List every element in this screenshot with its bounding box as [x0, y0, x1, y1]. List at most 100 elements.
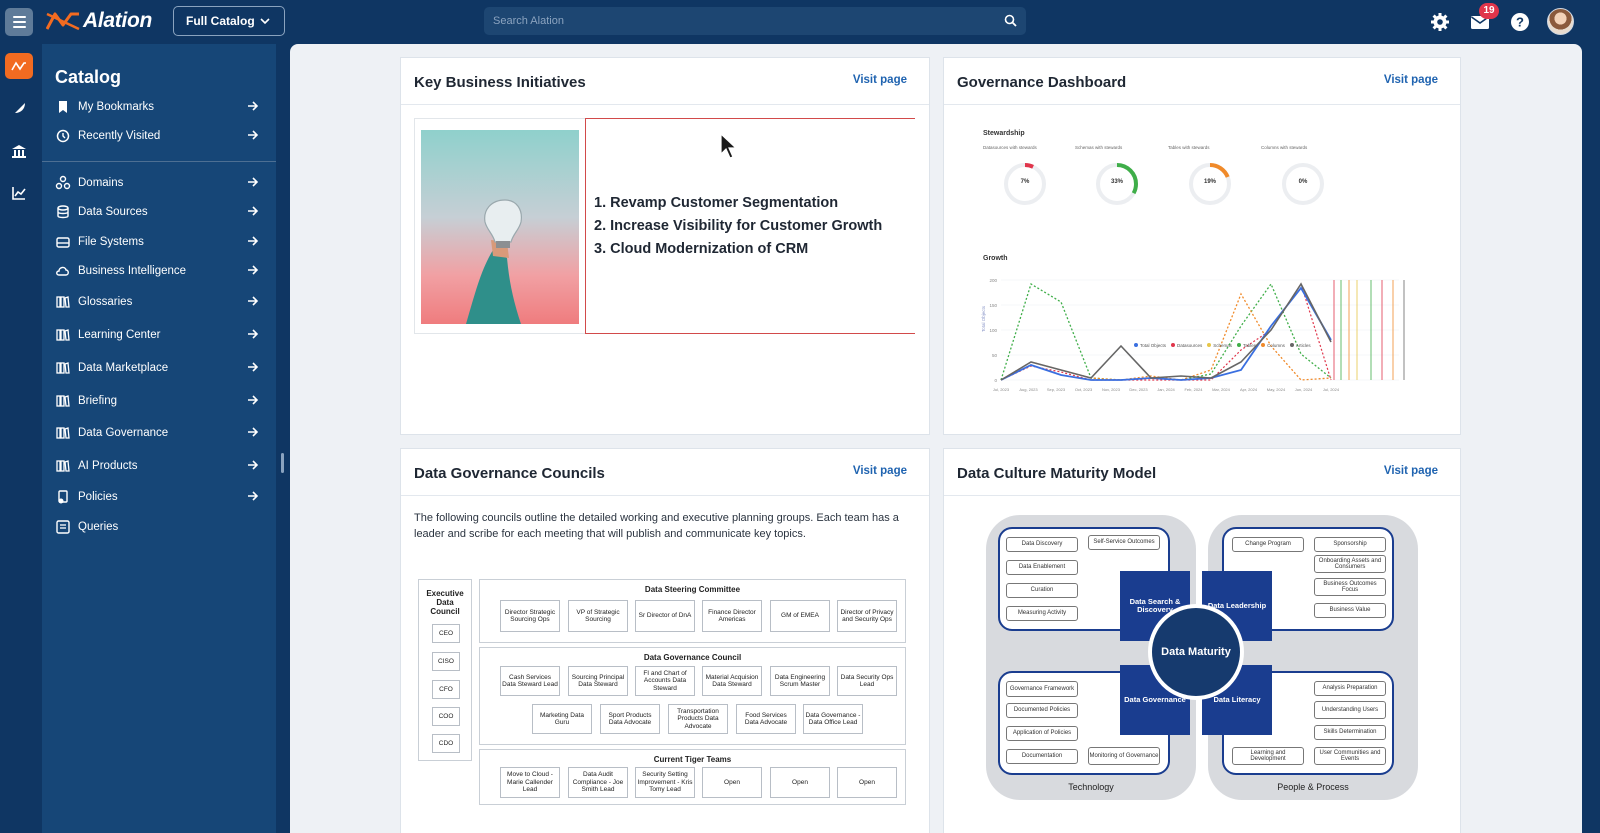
sidebar-item-label: Briefing: [78, 395, 117, 407]
tiger-team-box: Data Audit Compliance - Joe Smith Lead: [568, 767, 628, 798]
rail-analytics-button[interactable]: [5, 180, 33, 206]
sidebar-item-label: Policies: [78, 491, 118, 503]
book-icon: [55, 393, 71, 409]
legend-item: Articles: [1289, 343, 1311, 348]
sidebar-item-recently-visited[interactable]: Recently Visited: [55, 125, 265, 147]
hamburger-menu-button[interactable]: [5, 8, 33, 36]
council-member-box: Sourcing Principal Data Steward: [568, 666, 628, 696]
arrow-right-icon: [247, 459, 259, 474]
sidebar-item-glossaries[interactable]: Glossaries: [55, 291, 265, 313]
executive-data-council-group: Executive Data Council CEO CISO CFO COO CDO: [418, 579, 472, 761]
card-divider: [401, 104, 929, 105]
sidebar-item-label: My Bookmarks: [78, 101, 155, 113]
tiger-team-box: Open: [837, 767, 897, 798]
maturity-item-box: Governance Framework: [1006, 681, 1078, 697]
maturity-item-box: Analysis Preparation: [1314, 681, 1386, 696]
tiger-teams-title: Current Tiger Teams: [653, 755, 732, 764]
visit-page-link[interactable]: Visit page: [853, 74, 907, 86]
maturity-item-box: User Communities and Events: [1314, 747, 1386, 765]
sidebar-divider: [42, 161, 276, 162]
data-steering-committee-group: Data Steering Committee Director Strateg…: [479, 579, 906, 643]
legend-dot: [1237, 343, 1242, 347]
x-tick-label: Nov, 2023: [1102, 387, 1121, 392]
sidebar-item-data-governance[interactable]: Data Governance: [55, 422, 265, 444]
card-divider: [401, 495, 929, 496]
sidebar-item-domains[interactable]: Domains: [55, 172, 265, 194]
maturity-item-box: Documentation: [1006, 749, 1078, 764]
stewardship-gauge: 19%: [1188, 162, 1232, 206]
sidebar-item-learning-center[interactable]: Learning Center: [55, 324, 265, 346]
search-input[interactable]: Search Alation: [484, 7, 1026, 35]
legend-label: Articles: [1295, 343, 1311, 348]
cloud-icon: [55, 263, 71, 279]
legend-item: Datasources: [1171, 343, 1202, 348]
visit-page-link[interactable]: Visit page: [1384, 465, 1438, 477]
y-tick-label: 100: [989, 328, 997, 333]
arrow-right-icon: [247, 176, 259, 191]
sidebar-item-ai-products[interactable]: AI Products: [55, 455, 265, 477]
arrow-right-icon: [247, 264, 259, 279]
legend-dot: [1171, 343, 1176, 347]
maturity-item-box: Skills Determination: [1314, 725, 1386, 740]
visit-page-link[interactable]: Visit page: [853, 465, 907, 477]
maturity-item-box: Self-Service Outcomes: [1088, 535, 1160, 550]
sidebar-item-data-marketplace[interactable]: Data Marketplace: [55, 357, 265, 379]
sidebar-item-file-systems[interactable]: File Systems: [55, 231, 265, 253]
sidebar-title: Catalog: [55, 67, 122, 87]
stewardship-gauge: 0%: [1281, 162, 1325, 206]
maturity-item-box: Onboarding Assets and Consumers: [1314, 555, 1386, 573]
alation-logo-icon: [46, 12, 80, 31]
chart-icon: [12, 187, 26, 200]
visit-page-link[interactable]: Visit page: [1384, 74, 1438, 86]
sidebar-item-my-bookmarks[interactable]: My Bookmarks: [55, 96, 265, 118]
executive-member-box: CDO: [432, 734, 460, 753]
alation-logo[interactable]: Alation: [46, 6, 152, 36]
legend-label: Datasources: [1177, 343, 1203, 348]
people-process-caption: People & Process: [1277, 782, 1349, 792]
sidebar-item-data-sources[interactable]: Data Sources: [55, 201, 265, 223]
sidebar-item-queries[interactable]: Queries: [55, 516, 265, 538]
arrow-right-icon: [247, 129, 259, 144]
data-culture-maturity-card: Data Culture Maturity Model Visit page D…: [943, 448, 1461, 833]
lightbulb-image: [421, 130, 579, 324]
initiative-item: 3. Cloud Modernization of CRM: [594, 241, 809, 257]
council-member-box: Cash Services Data Steward Lead: [500, 666, 560, 696]
help-icon[interactable]: ?: [1509, 11, 1531, 33]
steering-member-box: Director of Privacy and Security Ops: [837, 600, 897, 632]
technology-caption: Technology: [1068, 782, 1114, 792]
sidebar-item-business-intelligence[interactable]: Business Intelligence: [55, 260, 265, 282]
sidebar-item-policies[interactable]: Policies: [55, 486, 265, 508]
catalog-sidebar: Catalog My Bookmarks Recently Visited Doma…: [42, 44, 276, 833]
arrow-right-icon: [247, 235, 259, 250]
search-icon[interactable]: [1004, 14, 1017, 27]
maturity-item-box: Business Value: [1314, 603, 1386, 618]
rail-catalog-button[interactable]: [5, 53, 33, 79]
council-member-box: Data Governance - Data Office Lead: [803, 704, 863, 734]
growth-line-chart: Total Objects 0 50 100 150 200 Jul, 2023 Aug,…: [981, 278, 1405, 392]
rail-institution-button[interactable]: [5, 138, 33, 164]
feather-icon: [13, 103, 25, 115]
catalog-selector[interactable]: Full Catalog: [173, 6, 285, 36]
governance-dashboard-card: Governance Dashboard Visit page Stewards…: [943, 57, 1461, 435]
maturity-item-box: Sponsorship: [1314, 537, 1386, 552]
arrow-right-icon: [247, 328, 259, 343]
maturity-item-box: Data Enablement: [1006, 560, 1078, 575]
user-avatar[interactable]: [1547, 8, 1574, 35]
sidebar-resize-handle[interactable]: [281, 453, 284, 473]
arrow-right-icon: [247, 295, 259, 310]
legend-label: Tables: [1243, 343, 1257, 348]
growth-y-axis-title: Total Objects: [981, 305, 986, 332]
left-rail: [0, 44, 40, 833]
card-title: Data Culture Maturity Model: [957, 465, 1157, 482]
arrow-right-icon: [247, 205, 259, 220]
query-icon: [55, 519, 71, 535]
gear-icon[interactable]: [1429, 11, 1451, 33]
x-tick-label: Jul, 2023: [993, 387, 1010, 392]
sidebar-item-label: Glossaries: [78, 296, 133, 308]
steering-member-box: VP of Strategic Sourcing: [568, 600, 628, 632]
arrow-right-icon: [247, 490, 259, 505]
data-maturity-center: Data Maturity: [1148, 604, 1244, 700]
rail-compose-button[interactable]: [5, 96, 33, 122]
sidebar-item-briefing[interactable]: Briefing: [55, 390, 265, 412]
council-member-box: Material Acquision Data Steward: [702, 666, 762, 696]
